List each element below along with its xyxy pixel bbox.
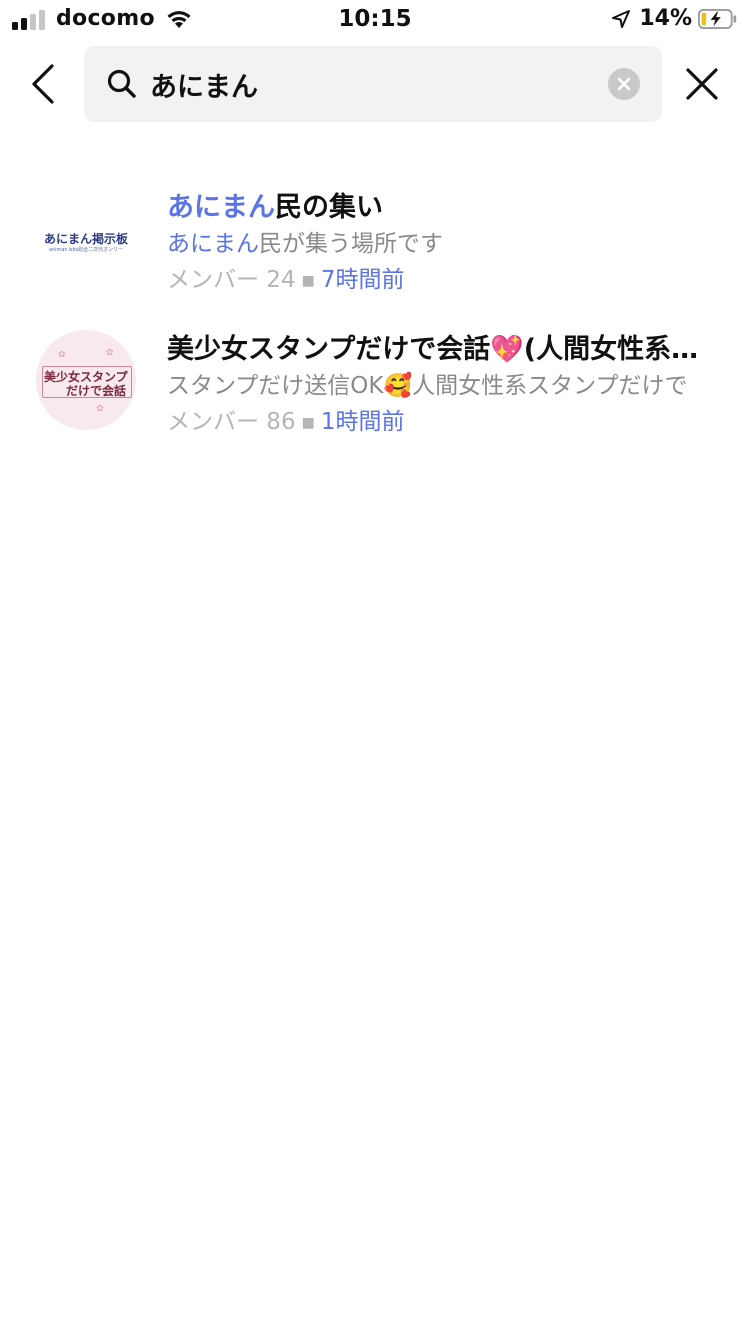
sparkle-icon: ✿ [106, 348, 114, 358]
screen: docomo 10:15 14% あにまん あにまん掲示板 animan bbs… [0, 0, 750, 1334]
item-meta: メンバー 24 ■ 7時間前 [167, 262, 717, 298]
member-count: メンバー 86 [167, 409, 296, 435]
thumbnail-logo-text: あにまん掲示板 [43, 232, 128, 246]
item-title: あにまん民の集い [167, 190, 717, 226]
status-right: 14% [611, 6, 738, 31]
sparkle-icon: ✿ [58, 350, 66, 360]
sparkle-icon: ✿ [96, 404, 104, 414]
member-count: メンバー 24 [167, 267, 296, 293]
item-text: あにまん民の集い あにまん民が集う場所です メンバー 24 ■ 7時間前 [167, 190, 717, 298]
separator-dot: ■ [301, 272, 315, 289]
battery-percent: 14% [639, 6, 692, 31]
title-highlight: あにまん [167, 192, 275, 223]
search-icon [107, 69, 136, 98]
desc-highlight: あにまん [167, 231, 259, 257]
item-meta: メンバー 86 ■ 1時間前 [167, 404, 717, 440]
search-results: あにまん掲示板 animan bbs総合二次元オンリー あにまん民の集い あにま… [0, 180, 750, 464]
item-text: 美少女スタンプだけで会話💖(人間女性系スタンプ スタンプだけ送信OK🥰人間女性系… [167, 332, 717, 440]
status-bar: docomo 10:15 14% [0, 0, 750, 40]
close-icon[interactable] [684, 66, 720, 102]
list-item[interactable]: ✿ ✿ ✿ 美少女スタンプ だけで会話 美少女スタンプだけで会話💖(人間女性系ス… [0, 322, 750, 464]
desc-rest: スタンプだけ送信OK🥰人間女性系スタンプだけで [167, 373, 688, 399]
search-header [0, 46, 750, 122]
chat-thumbnail: ✿ ✿ ✿ 美少女スタンプ だけで会話 [36, 330, 136, 430]
desc-rest: 民が集う場所です [259, 231, 443, 257]
item-description: スタンプだけ送信OK🥰人間女性系スタンプだけで [167, 368, 717, 404]
search-box[interactable] [84, 46, 662, 122]
thumbnail-line2: だけで会話 [66, 384, 127, 398]
chat-thumbnail: あにまん掲示板 animan bbs総合二次元オンリー [36, 188, 136, 288]
title-rest: 民の集い [275, 192, 383, 223]
title-rest: 美少女スタンプだけで会話💖(人間女性系スタンプ [167, 334, 717, 365]
location-arrow-icon [612, 9, 631, 28]
search-input[interactable] [150, 60, 590, 108]
item-description: あにまん民が集う場所です [167, 226, 717, 262]
separator-dot: ■ [301, 414, 315, 431]
last-active-time: 1時間前 [320, 409, 405, 435]
last-active-time: 7時間前 [320, 267, 405, 293]
back-chevron-icon[interactable] [28, 62, 60, 106]
clear-icon[interactable] [608, 68, 640, 100]
list-item[interactable]: あにまん掲示板 animan bbs総合二次元オンリー あにまん民の集い あにま… [0, 180, 750, 322]
item-title: 美少女スタンプだけで会話💖(人間女性系スタンプ [167, 332, 717, 368]
thumbnail-logo-subtext: animan bbs総合二次元オンリー [48, 247, 124, 253]
battery-charging-icon [698, 8, 737, 29]
